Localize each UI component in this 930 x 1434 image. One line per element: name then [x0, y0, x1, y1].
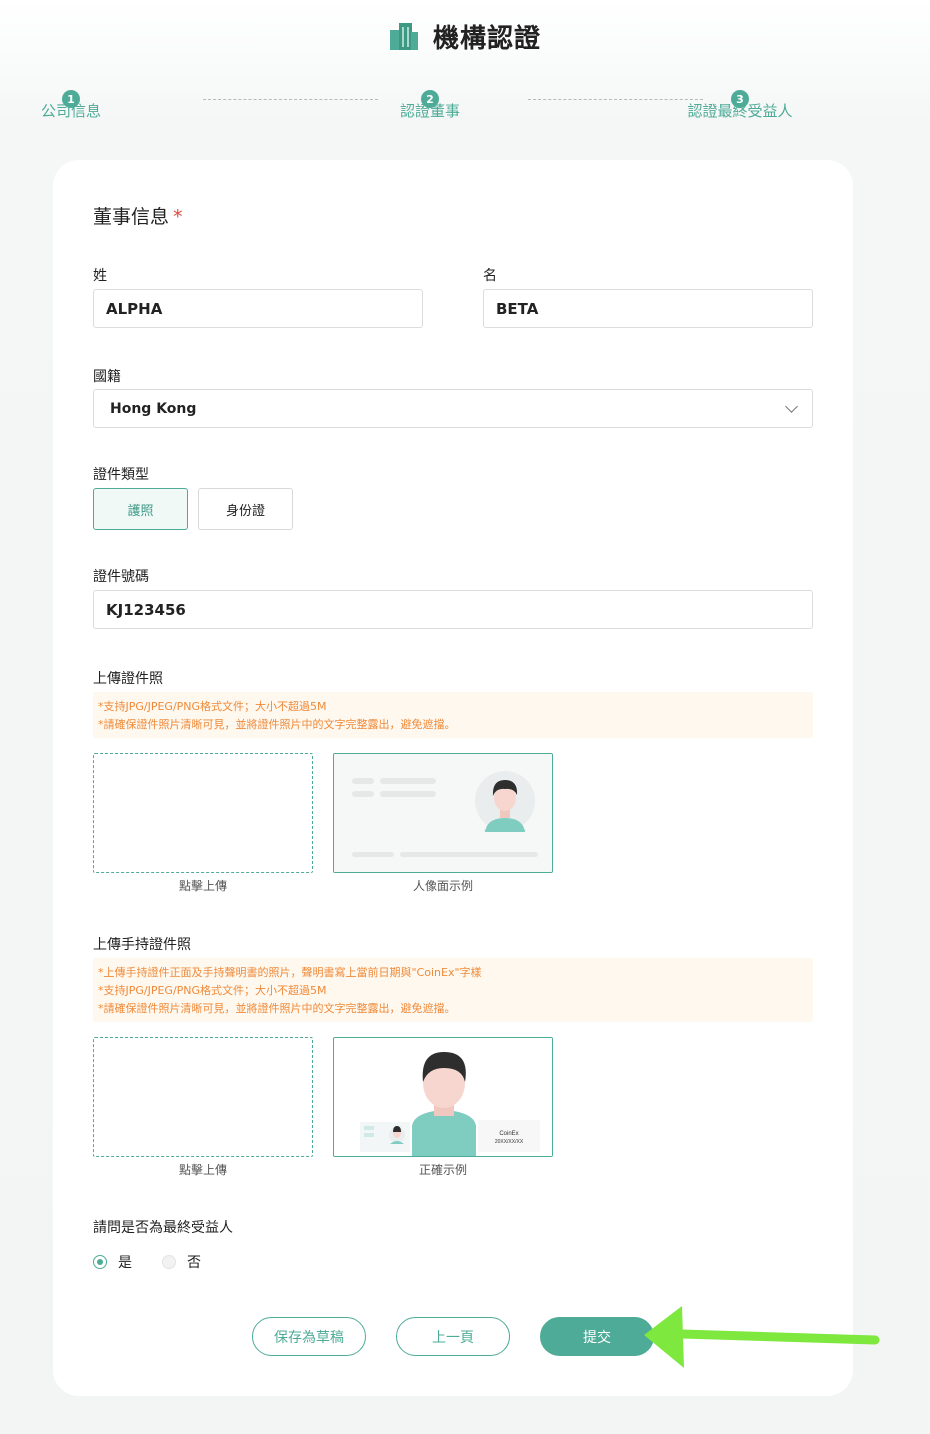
hold-sample-image: CoinEx 20XX/XX/XX — [333, 1037, 553, 1157]
page-header: 機構認證 — [0, 16, 930, 56]
save-draft-button[interactable]: 保存為草稿 — [252, 1317, 366, 1356]
page-title: 機構認證 — [432, 23, 541, 54]
step-divider — [203, 99, 378, 100]
paper-date-text: 20XX/XX/XX — [495, 1139, 524, 1145]
id-sample-image — [333, 753, 553, 873]
step-divider — [528, 99, 703, 100]
upload-hold-label: 上傳手持證件照 — [93, 937, 191, 953]
paper-brand-text: CoinEx — [499, 1131, 518, 1137]
id-upload-box[interactable] — [93, 753, 313, 873]
id-card-illustration — [334, 754, 552, 872]
doc-type-label: 證件類型 — [93, 467, 149, 483]
ubo-no-label: 否 — [187, 1255, 201, 1271]
last-name-input[interactable]: ALPHA — [93, 289, 423, 328]
doc-type-id-card[interactable]: 身份證 — [198, 488, 293, 530]
chevron-down-icon — [785, 399, 798, 413]
required-mark: * — [173, 206, 183, 228]
doc-number-label: 證件號碼 — [93, 569, 149, 585]
annotation-arrow-icon — [644, 1306, 880, 1368]
step-company-info: 1 公司信息 — [41, 90, 101, 120]
notice-line: *上傳手持證件正面及手持聲明書的照片，聲明書寫上當前日期與"CoinEx"字樣 — [98, 966, 482, 979]
nationality-value: Hong Kong — [110, 400, 197, 417]
notice-line: *支持JPG/JPEG/PNG格式文件；大小不超過5M — [98, 700, 327, 713]
first-name-input[interactable]: BETA — [483, 289, 813, 328]
first-name-label: 名 — [483, 268, 497, 284]
building-icon — [389, 23, 418, 50]
id-sample-caption: 人像面示例 — [412, 879, 473, 893]
step-label: 認證最終受益人 — [687, 102, 793, 120]
nationality-label: 國籍 — [93, 369, 121, 385]
nationality-select[interactable]: Hong Kong — [93, 389, 813, 428]
ubo-no-radio[interactable] — [162, 1255, 176, 1269]
id-upload-caption: 點擊上傳 — [178, 879, 227, 893]
upload-id-label: 上傳證件照 — [93, 671, 163, 687]
previous-page-button[interactable]: 上一頁 — [396, 1317, 510, 1356]
step-verify-ubo: 3 認證最終受益人 — [688, 90, 793, 120]
step-verify-director: 2 認證董事 — [400, 90, 460, 120]
ubo-yes-label: 是 — [118, 1255, 132, 1271]
upload-id-notice: *支持JPG/JPEG/PNG格式文件；大小不超過5M *請確保證件照片清晰可見… — [93, 692, 813, 738]
ubo-question: 請問是否為最終受益人 — [93, 1220, 233, 1236]
hold-upload-caption: 點擊上傳 — [178, 1163, 227, 1177]
person-holding-id-illustration: CoinEx 20XX/XX/XX — [334, 1038, 552, 1156]
doc-type-passport[interactable]: 護照 — [93, 488, 188, 530]
doc-number-input[interactable]: KJ123456 — [93, 590, 813, 629]
step-label: 公司信息 — [41, 102, 102, 120]
notice-line: *請確保證件照片清晰可見，並將證件照片中的文字完整露出，避免遮擋。 — [98, 1002, 456, 1015]
progress-steps: 1 公司信息 2 認證董事 3 認證最終受益人 — [0, 90, 930, 140]
last-name-label: 姓 — [93, 268, 107, 284]
step-label: 認證董事 — [400, 102, 461, 120]
hold-upload-box[interactable] — [93, 1037, 313, 1157]
director-form-card: 董事信息 * 姓 ALPHA 名 BETA 國籍 Hong Kong 證件類型 護… — [53, 160, 853, 1396]
submit-button[interactable]: 提交 — [540, 1317, 654, 1356]
upload-hold-notice: *上傳手持證件正面及手持聲明書的照片，聲明書寫上當前日期與"CoinEx"字樣 … — [93, 958, 813, 1022]
ubo-yes-radio[interactable] — [93, 1255, 107, 1269]
notice-line: *支持JPG/JPEG/PNG格式文件；大小不超過5M — [98, 984, 327, 997]
notice-line: *請確保證件照片清晰可見，並將證件照片中的文字完整露出，避免遮擋。 — [98, 718, 456, 731]
section-title-text: 董事信息 — [93, 206, 170, 228]
section-title: 董事信息 * — [93, 202, 183, 229]
ubo-radio-group: 是 否 — [93, 1252, 201, 1272]
hold-sample-caption: 正確示例 — [418, 1163, 467, 1177]
